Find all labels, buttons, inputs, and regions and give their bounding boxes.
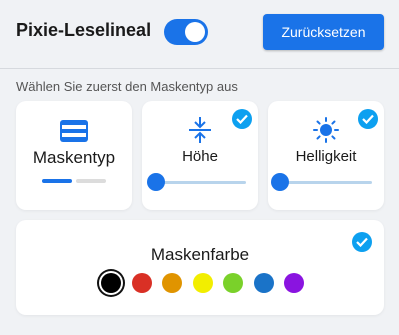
height-slider-track[interactable]: [156, 181, 246, 184]
toggle-knob: [185, 22, 205, 42]
reset-button[interactable]: Zurücksetzen: [263, 14, 384, 50]
color-swatch-yellow[interactable]: [192, 273, 213, 293]
height-check-icon: [232, 109, 252, 129]
mask-type-card[interactable]: Maskentyp: [16, 101, 132, 210]
height-compress-icon: [186, 116, 214, 144]
color-swatch-black[interactable]: [101, 273, 121, 293]
brightness-label: Helligkeit: [295, 148, 357, 165]
color-swatch-purple[interactable]: [284, 273, 304, 293]
enable-toggle[interactable]: [164, 19, 208, 45]
sun-icon: [312, 116, 340, 144]
height-card[interactable]: Höhe: [142, 101, 258, 210]
brightness-check-icon: [358, 109, 378, 129]
mask-type-label: Maskentyp: [32, 148, 116, 167]
page-indicator-active: [42, 179, 72, 183]
color-swatch-red[interactable]: [131, 273, 152, 293]
color-swatch-green[interactable]: [223, 273, 243, 293]
brightness-slider-thumb[interactable]: [271, 173, 289, 191]
page-indicator-inactive[interactable]: [76, 179, 106, 183]
header: Pixie-Leselineal Zurücksetzen: [0, 0, 399, 62]
app-title: Pixie-Leselineal: [16, 20, 152, 40]
color-swatch-blue[interactable]: [253, 273, 274, 293]
height-slider-thumb[interactable]: [147, 173, 165, 191]
mask-color-label: Maskenfarbe: [150, 245, 250, 264]
mask-icon: [59, 119, 89, 143]
section-label: Wählen Sie zuerst den Maskentyp aus: [16, 79, 238, 94]
divider: [0, 68, 399, 69]
height-label: Höhe: [182, 148, 218, 165]
color-swatch-orange[interactable]: [162, 273, 182, 293]
brightness-card[interactable]: Helligkeit: [268, 101, 384, 210]
brightness-slider-track[interactable]: [282, 181, 372, 184]
mask-color-card: Maskenfarbe: [16, 220, 384, 315]
